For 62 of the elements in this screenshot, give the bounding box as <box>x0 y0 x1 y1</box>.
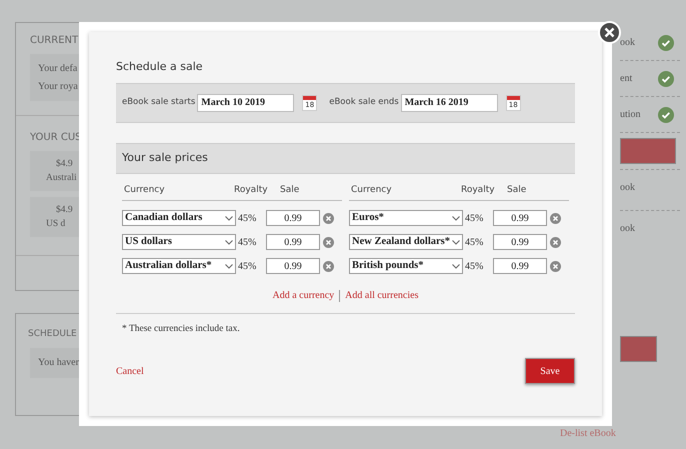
add-all-currencies-link[interactable]: Add all currencies <box>345 288 418 303</box>
step-text: ution <box>620 108 641 122</box>
chevron-down-icon[interactable] <box>452 240 460 244</box>
sale-price-field[interactable]: 0.99 <box>493 234 547 250</box>
section-title: Your sale prices <box>122 150 208 166</box>
column-header: Sale <box>280 184 300 196</box>
add-currency-link[interactable]: Add a currency <box>272 288 334 303</box>
price-text: $4.9 <box>56 204 73 217</box>
remove-icon[interactable] <box>550 260 561 272</box>
remove-icon[interactable] <box>550 236 561 248</box>
remove-icon[interactable] <box>323 260 334 272</box>
currency-select[interactable]: US dollars <box>122 234 236 250</box>
sale-price-field[interactable]: 0.99 <box>266 258 320 274</box>
currency-select[interactable]: Canadian dollars <box>122 210 236 226</box>
action-text: ook <box>620 222 635 236</box>
column-header: Currency <box>124 184 166 196</box>
royalty-text: 45% <box>238 260 258 274</box>
close-icon[interactable] <box>598 21 621 44</box>
sale-price-field[interactable]: 0.99 <box>493 210 547 226</box>
chevron-down-icon[interactable] <box>225 264 233 268</box>
royalty-text: 45% <box>238 212 258 226</box>
date-field[interactable]: March 10 2019 <box>197 94 294 112</box>
save-button[interactable]: Save <box>525 358 575 384</box>
step-text: ent <box>620 72 632 86</box>
footnote-text: * These currencies include tax. <box>122 323 241 336</box>
region-text: US d <box>46 218 66 231</box>
sale-price-field[interactable]: 0.99 <box>266 210 320 226</box>
column-header: Royalty <box>461 184 496 196</box>
column-header: Currency <box>351 184 393 196</box>
dialog-title: Schedule a sale <box>116 59 204 75</box>
price-text: $4.9 <box>56 158 73 171</box>
chevron-down-icon[interactable] <box>452 264 460 268</box>
section-heading: CURRENT <box>30 34 80 48</box>
date-label: eBook sale starts <box>122 96 196 109</box>
cancel-link[interactable]: Cancel <box>116 364 144 379</box>
royalty-text: 45% <box>465 212 484 226</box>
currency-select[interactable]: Euros* <box>349 210 463 226</box>
section-heading: SCHEDULE <box>28 328 77 341</box>
date-label: eBook sale ends <box>329 96 399 109</box>
region-text: Australi <box>46 172 77 185</box>
royalty-text: 45% <box>465 236 484 250</box>
currency-select[interactable]: British pounds* <box>349 258 463 274</box>
date-field[interactable]: March 16 2019 <box>400 94 498 112</box>
remove-icon[interactable] <box>323 236 334 248</box>
currency-select[interactable]: New Zealand dollars* <box>349 234 463 250</box>
info-text: You haver <box>38 356 79 370</box>
info-text: Your roya <box>38 80 78 94</box>
column-header: Royalty <box>234 184 269 196</box>
sale-price-field[interactable]: 0.99 <box>266 234 320 250</box>
action-text: ook <box>620 181 635 195</box>
info-text: Your defa <box>38 62 78 76</box>
royalty-text: 45% <box>465 260 484 274</box>
chevron-down-icon[interactable] <box>452 216 460 220</box>
royalty-text: 45% <box>238 236 258 250</box>
chevron-down-icon[interactable] <box>225 240 233 244</box>
step-text: ook <box>620 36 635 50</box>
currency-select[interactable]: Australian dollars* <box>122 258 236 274</box>
remove-icon[interactable] <box>550 212 561 224</box>
sale-price-field[interactable]: 0.99 <box>493 258 547 274</box>
chevron-down-icon[interactable] <box>225 216 233 220</box>
column-header: Sale <box>507 184 526 196</box>
remove-icon[interactable] <box>323 212 334 224</box>
